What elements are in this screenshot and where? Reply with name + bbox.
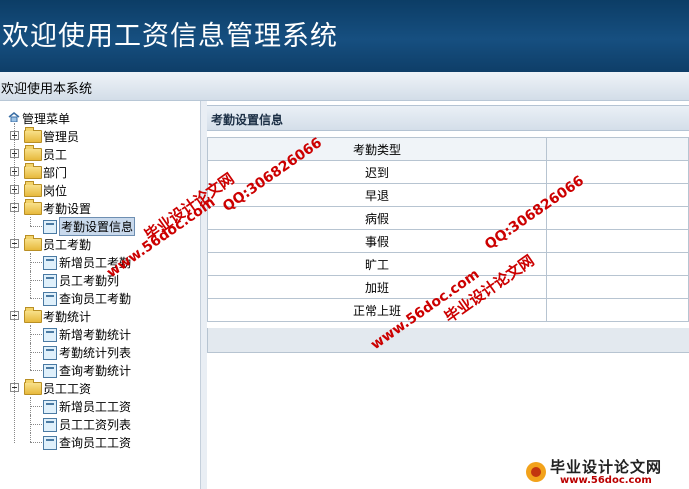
tree-group-4[interactable]: 考勤设置	[6, 199, 146, 217]
column-header-empty	[546, 137, 689, 161]
sidebar: 管理菜单 管理员 员工 部门 岗位 考勤设置 考勤设置信息 员工考勤 新增员工考勤 员工考勤列查…	[0, 101, 200, 489]
tree-connector	[30, 370, 42, 371]
tree-group-label: 管理员	[43, 130, 80, 144]
page-icon	[43, 364, 57, 378]
tree-group-2[interactable]: 部门	[6, 163, 146, 181]
tree-item[interactable]: 新增考勤统计	[6, 325, 166, 343]
tree-connector	[30, 280, 42, 281]
folder-icon	[24, 181, 42, 197]
tree-connector	[30, 262, 42, 263]
tree-connector	[30, 298, 42, 299]
tree-item-label: 查询考勤统计	[59, 364, 132, 378]
tree-group-6[interactable]: 考勤统计	[6, 307, 146, 325]
logo-name: 毕业设计论文网	[550, 458, 663, 476]
page-icon	[43, 418, 57, 432]
tree-connector	[30, 289, 31, 298]
folder-open-icon	[24, 379, 42, 395]
tree-group-0[interactable]: 管理员	[6, 127, 146, 145]
table-footer	[207, 328, 689, 353]
tree-connector	[30, 361, 31, 370]
tree-connector	[30, 334, 42, 335]
tree-group-label: 考勤设置	[43, 202, 92, 216]
tree-item[interactable]: 员工工资列表	[6, 415, 166, 433]
table-row[interactable]: 病假	[207, 206, 689, 230]
empty-cell	[546, 298, 689, 322]
tree-connector	[14, 123, 15, 443]
folder-icon	[24, 145, 42, 161]
page-icon	[43, 256, 57, 270]
page-icon	[43, 346, 57, 360]
folder-open-icon	[24, 307, 42, 323]
attendance-type-cell: 正常上班	[207, 298, 547, 322]
page-icon	[43, 292, 57, 306]
folder-icon	[24, 163, 42, 179]
panel-header: 考勤设置信息	[207, 105, 689, 131]
attendance-type-cell: 病假	[207, 206, 547, 230]
home-icon	[8, 112, 20, 122]
tree-connector	[30, 352, 42, 353]
tree-root-label: 管理菜单	[22, 112, 71, 126]
tree-item-label: 查询员工工资	[59, 436, 132, 450]
folder-open-icon	[24, 235, 42, 251]
page-icon	[43, 220, 57, 234]
table-row[interactable]: 旷工	[207, 252, 689, 276]
folder-open-icon	[24, 199, 42, 215]
empty-cell	[546, 275, 689, 299]
logo-url: www.56doc.com	[560, 475, 652, 486]
welcome-text: 欢迎使用本系统	[1, 82, 93, 97]
tree-connector	[30, 433, 31, 442]
panel-title: 考勤设置信息	[211, 113, 284, 127]
tree-connector	[30, 226, 42, 227]
tree-item[interactable]: 员工考勤列	[6, 271, 166, 289]
table-header-row: 考勤类型	[207, 137, 689, 161]
app-header: 欢迎使用工资信息管理系统	[0, 0, 689, 72]
tree-root[interactable]: 管理菜单	[6, 109, 126, 127]
tree-connector	[30, 217, 31, 226]
tree-group-7[interactable]: 员工工资	[6, 379, 146, 397]
tree-item[interactable]: 新增员工工资	[6, 397, 166, 415]
page-icon	[43, 400, 57, 414]
page-icon	[43, 436, 57, 450]
logo-icon	[526, 462, 546, 482]
tree-connector	[30, 406, 42, 407]
tree-group-label: 部门	[43, 166, 68, 180]
empty-cell	[546, 252, 689, 276]
tree-group-5[interactable]: 员工考勤	[6, 235, 146, 253]
tree-item-label: 员工工资列表	[59, 418, 132, 432]
tree-connector	[30, 424, 42, 425]
page-icon	[43, 328, 57, 342]
column-header-attendance-type: 考勤类型	[207, 137, 547, 161]
tree-item-label: 新增员工工资	[59, 400, 132, 414]
tree-group-label: 员工考勤	[43, 238, 92, 252]
tree-group-label: 员工	[43, 148, 68, 162]
page-icon	[43, 274, 57, 288]
tree-group-label: 岗位	[43, 184, 68, 198]
tree-group-1[interactable]: 员工	[6, 145, 146, 163]
table-row[interactable]: 事假	[207, 229, 689, 253]
tree-group-label: 考勤统计	[43, 310, 92, 324]
tree-item-label: 考勤统计列表	[59, 346, 132, 360]
tree-item[interactable]: 查询员工考勤	[6, 289, 166, 307]
tree-item[interactable]: 查询员工工资	[6, 433, 166, 451]
welcome-bar: 欢迎使用本系统	[0, 72, 689, 101]
tree-item[interactable]: 查询考勤统计	[6, 361, 166, 379]
tree-item-label: 新增考勤统计	[59, 328, 132, 342]
empty-cell	[546, 206, 689, 230]
table-row[interactable]: 早退	[207, 183, 689, 207]
app-title: 欢迎使用工资信息管理系统	[2, 21, 338, 52]
folder-icon	[24, 127, 42, 143]
tree-item-label: 查询员工考勤	[59, 292, 132, 306]
tree-item-label: 考勤设置信息	[59, 217, 136, 236]
tree-group-3[interactable]: 岗位	[6, 181, 146, 199]
tree-group-label: 员工工资	[43, 382, 92, 396]
empty-cell	[546, 229, 689, 253]
tree-item[interactable]: 考勤统计列表	[6, 343, 166, 361]
site-logo: 毕业设计论文网 www.56doc.com	[520, 456, 689, 489]
tree-connector	[30, 442, 42, 443]
